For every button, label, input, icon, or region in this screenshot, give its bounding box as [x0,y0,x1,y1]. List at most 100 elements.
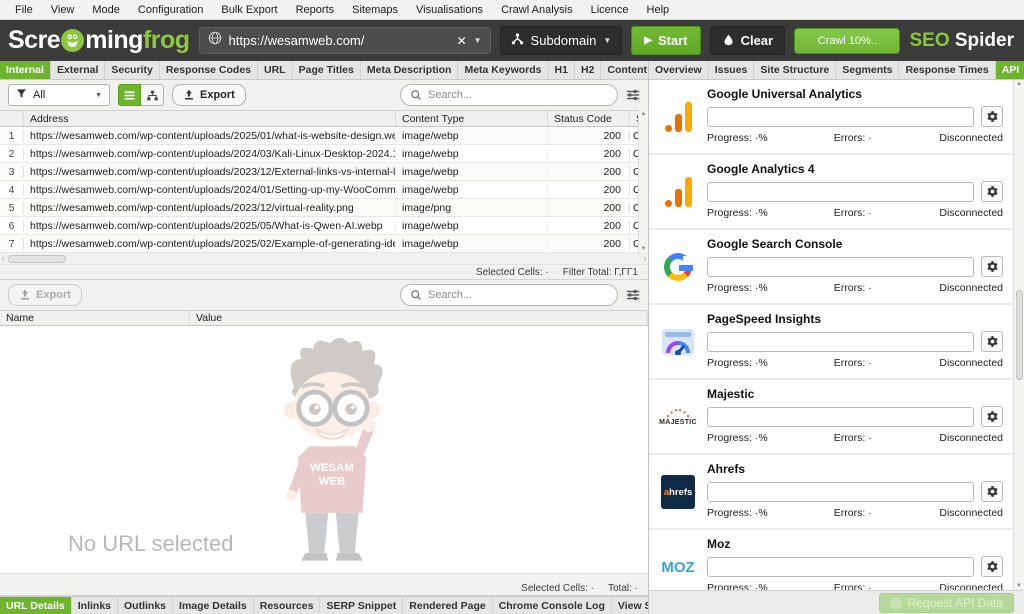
tab-security[interactable]: Security [105,61,159,79]
tab-external[interactable]: External [51,61,105,79]
cell-address[interactable]: https://wesamweb.com/wp-content/uploads/… [24,130,396,142]
menu-file[interactable]: File [6,0,42,20]
api-settings-button[interactable] [981,406,1003,427]
filter-dropdown[interactable]: All ▼ [8,84,110,106]
menu-configuration[interactable]: Configuration [129,0,212,20]
details-horizontal-scrollbar[interactable] [0,573,648,581]
details-search-input[interactable] [428,289,608,301]
cell-address[interactable]: https://wesamweb.com/wp-content/uploads/… [24,238,396,250]
scroll-up-icon[interactable]: ▲ [641,111,647,117]
scroll-down-icon[interactable]: ▼ [641,246,647,252]
tab-inlinks[interactable]: Inlinks [72,597,118,614]
tab-response-codes[interactable]: Response Codes [160,61,258,79]
table-row[interactable]: 4 https://wesamweb.com/wp-content/upload… [0,181,648,199]
url-input[interactable] [229,33,450,48]
start-button[interactable]: ▶ Start [631,26,700,55]
api-panel-footer: Request API Data [649,590,1024,614]
cell-address[interactable]: https://wesamweb.com/wp-content/uploads/… [24,148,396,160]
tab-url[interactable]: URL [258,61,293,79]
gear-icon [986,260,999,273]
scrollbar-thumb[interactable] [8,255,66,263]
subdomain-dropdown[interactable]: Subdomain ▼ [500,26,623,55]
table-row[interactable]: 1 https://wesamweb.com/wp-content/upload… [0,127,648,145]
api-card-moz: MOZ Moz Progress: ·% Errors: · Disconnec… [649,530,1013,590]
table-row[interactable]: 5 https://wesamweb.com/wp-content/upload… [0,199,648,217]
export-button[interactable]: Export [172,84,246,106]
tab-rendered-page[interactable]: Rendered Page [403,597,492,614]
cell-address[interactable]: https://wesamweb.com/wp-content/uploads/… [24,202,396,214]
value-column-header[interactable]: Value [190,311,648,325]
tab-serp-snippet[interactable]: SERP Snippet [320,597,403,614]
details-column-settings-icon[interactable] [626,288,640,302]
menu-sitemaps[interactable]: Sitemaps [343,0,407,20]
table-row[interactable]: 2 https://wesamweb.com/wp-content/upload… [0,145,648,163]
api-settings-button[interactable] [981,481,1003,502]
api-errors-label: Errors: · [834,207,940,219]
cell-address[interactable]: https://wesamweb.com/wp-content/uploads/… [24,166,396,178]
tab-issues[interactable]: Issues [709,61,755,79]
address-column-header[interactable]: Address [24,111,396,126]
tab-chrome-console-log[interactable]: Chrome Console Log [493,597,612,614]
cell-address[interactable]: https://wesamweb.com/wp-content/uploads/… [24,184,396,196]
tab-segments[interactable]: Segments [836,61,899,79]
table-row[interactable]: 7 https://wesamweb.com/wp-content/upload… [0,235,648,253]
tab-site-structure[interactable]: Site Structure [754,61,836,79]
tab-content[interactable]: Content [601,61,648,79]
scroll-left-icon[interactable]: ‹ [2,254,5,263]
api-settings-button[interactable] [981,556,1003,577]
request-api-data-button[interactable]: Request API Data [879,593,1014,613]
scroll-right-icon[interactable]: › [643,254,646,263]
tab-meta-description[interactable]: Meta Description [361,61,459,79]
tab-api[interactable]: API [996,61,1024,79]
api-panel-scrollbar[interactable]: ▲ ▼ [1013,80,1024,590]
menu-bulk-export[interactable]: Bulk Export [212,0,286,20]
api-settings-button[interactable] [981,181,1003,202]
scroll-down-icon[interactable]: ▼ [1016,583,1022,589]
name-column-header[interactable]: Name [0,311,190,325]
tab-overview[interactable]: Overview [649,61,709,79]
details-export-button[interactable]: Export [8,284,82,306]
tab-resources[interactable]: Resources [254,597,321,614]
tab-response-times[interactable]: Response Times [899,61,995,79]
url-input-bar[interactable]: ✕ ▼ [199,27,491,54]
tab-image-details[interactable]: Image Details [173,597,254,614]
menu-visualisations[interactable]: Visualisations [407,0,492,20]
menu-mode[interactable]: Mode [83,0,129,20]
scrollbar-thumb[interactable] [1016,290,1023,380]
list-view-button[interactable] [118,84,141,106]
url-history-chevron-icon[interactable]: ▼ [474,36,482,45]
details-search-box[interactable] [400,284,618,306]
table-row[interactable]: 3 https://wesamweb.com/wp-content/upload… [0,163,648,181]
view-toggle [118,84,164,106]
table-horizontal-scrollbar[interactable]: ‹ › [0,253,648,265]
status-code-column-header[interactable]: Status Code [548,111,630,126]
api-settings-button[interactable] [981,256,1003,277]
menu-view[interactable]: View [42,0,84,20]
tab-url-details[interactable]: URL Details [0,597,72,614]
column-settings-icon[interactable] [626,88,640,102]
clear-url-icon[interactable]: ✕ [457,34,467,48]
search-box[interactable] [400,84,618,106]
table-row[interactable]: 6 https://wesamweb.com/wp-content/upload… [0,217,648,235]
menu-reports[interactable]: Reports [287,0,344,20]
tab-meta-keywords[interactable]: Meta Keywords [458,61,548,79]
tab-page-titles[interactable]: Page Titles [293,61,361,79]
tab-view-source[interactable]: View Source [612,597,648,614]
tree-view-button[interactable] [141,84,164,106]
menu-licence[interactable]: Licence [582,0,638,20]
api-settings-button[interactable] [981,331,1003,352]
menu-crawl-analysis[interactable]: Crawl Analysis [492,0,582,20]
menu-help[interactable]: Help [638,0,679,20]
request-api-data-label: Request API Data [908,596,1003,610]
tab-h1[interactable]: H1 [549,61,575,79]
search-input[interactable] [428,89,608,101]
clear-button[interactable]: Clear [710,26,786,55]
tab-h2[interactable]: H2 [575,61,601,79]
tab-internal[interactable]: Internal [0,61,51,79]
cell-address[interactable]: https://wesamweb.com/wp-content/uploads/… [24,220,396,232]
tab-outlinks[interactable]: Outlinks [118,597,173,614]
api-settings-button[interactable] [981,106,1003,127]
content-type-column-header[interactable]: Content Type [396,111,548,126]
scroll-up-icon[interactable]: ▲ [1016,81,1022,87]
table-vertical-scrollbar[interactable]: ▲▼ [638,110,648,253]
